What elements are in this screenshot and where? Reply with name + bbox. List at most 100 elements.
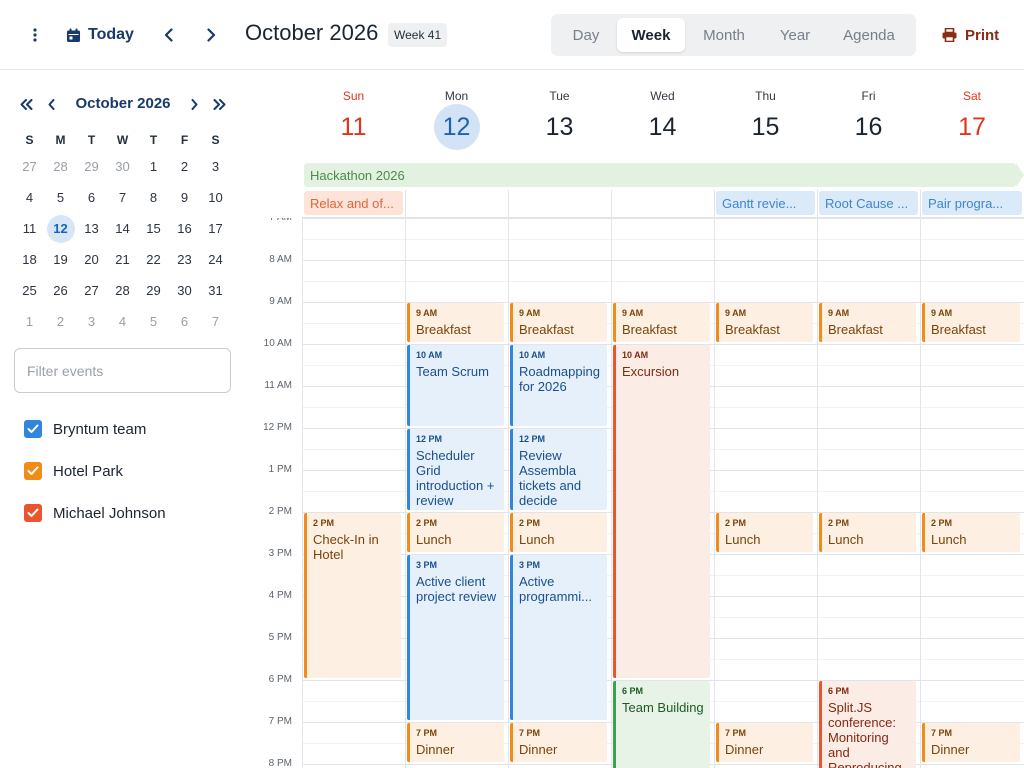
datepicker-day[interactable]: 13 xyxy=(76,213,107,244)
calendar-event[interactable]: 10 AM Roadmapping for 2026 xyxy=(510,345,607,426)
calendar-event[interactable]: 3 PM Active client project review xyxy=(407,555,504,720)
calendar-event[interactable]: 7 PM Dinner xyxy=(407,723,504,762)
view-month-button[interactable]: Month xyxy=(685,18,763,52)
datepicker-day[interactable]: 22 xyxy=(138,244,169,275)
datepicker-day[interactable]: 16 xyxy=(169,213,200,244)
calendar-event[interactable]: 6 PM Split.JS conference: Monitoring and … xyxy=(819,681,916,768)
datepicker-day[interactable]: 27 xyxy=(14,151,45,182)
calendar-event[interactable]: 2 PM Lunch xyxy=(407,513,504,552)
datepicker-day[interactable]: 19 xyxy=(45,244,76,275)
calendar-event[interactable]: 7 PM Dinner xyxy=(922,723,1020,762)
datepicker-day[interactable]: 15 xyxy=(138,213,169,244)
day-header-mon[interactable]: Mon 12 xyxy=(405,71,508,163)
datepicker-day[interactable]: 6 xyxy=(76,182,107,213)
view-week-button[interactable]: Week xyxy=(617,18,685,52)
datepicker-day[interactable]: 4 xyxy=(107,306,138,337)
print-button[interactable]: Print xyxy=(942,20,999,50)
calendar-event[interactable]: 9 AM Breakfast xyxy=(716,303,813,342)
checkbox[interactable] xyxy=(24,420,42,438)
menu-button[interactable] xyxy=(22,20,48,50)
datepicker-day[interactable]: 23 xyxy=(169,244,200,275)
calendar-event[interactable]: 6 PM Team Building xyxy=(613,681,710,768)
day-header-sun[interactable]: Sun 11 xyxy=(302,71,405,163)
calendar-event[interactable]: 2 PM Lunch xyxy=(510,513,607,552)
calendar-event[interactable]: 9 AM Breakfast xyxy=(510,303,607,342)
datepicker-day[interactable]: 30 xyxy=(169,275,200,306)
datepicker-day[interactable]: 9 xyxy=(169,182,200,213)
calendar-event[interactable]: 9 AM Breakfast xyxy=(922,303,1020,342)
datepicker-day[interactable]: 4 xyxy=(14,182,45,213)
datepicker-day[interactable]: 3 xyxy=(200,151,231,182)
datepicker-day[interactable]: 29 xyxy=(138,275,169,306)
day-header-thu[interactable]: Thu 15 xyxy=(714,71,817,163)
all-day-event[interactable]: Relax and of... xyxy=(304,191,403,215)
calendar-event[interactable]: 9 AM Breakfast xyxy=(819,303,916,342)
all-day-event[interactable]: Pair progra... xyxy=(922,191,1022,215)
calendar-event[interactable]: 2 PM Lunch xyxy=(922,513,1020,552)
datepicker-day[interactable]: 14 xyxy=(107,213,138,244)
datepicker-day[interactable]: 8 xyxy=(138,182,169,213)
datepicker-day[interactable]: 17 xyxy=(200,213,231,244)
datepicker-day[interactable]: 20 xyxy=(76,244,107,275)
calendar-event[interactable]: 2 PM Lunch xyxy=(819,513,916,552)
view-day-button[interactable]: Day xyxy=(555,18,617,52)
all-day-event[interactable]: Gantt revie... xyxy=(716,191,815,215)
calendar-event[interactable]: 12 PM Review Assembla tickets and decide xyxy=(510,429,607,510)
all-day-event[interactable]: Root Cause ... xyxy=(819,191,918,215)
previous-month-button[interactable] xyxy=(41,91,61,117)
datepicker-day[interactable]: 24 xyxy=(200,244,231,275)
datepicker-day[interactable]: 21 xyxy=(107,244,138,275)
today-button[interactable]: Today xyxy=(66,18,134,52)
calendar-event[interactable]: 3 PM Active programmi... xyxy=(510,555,607,720)
calendar-event[interactable]: 2 PM Lunch xyxy=(716,513,813,552)
next-month-button[interactable] xyxy=(184,91,204,117)
calendar-event[interactable]: 10 AM Excursion xyxy=(613,345,710,678)
day-header-sat[interactable]: Sat 17 xyxy=(920,71,1024,163)
day-header-tue[interactable]: Tue 13 xyxy=(508,71,611,163)
datepicker-day[interactable]: 10 xyxy=(200,182,231,213)
datepicker-day[interactable]: 30 xyxy=(107,151,138,182)
view-agenda-button[interactable]: Agenda xyxy=(827,18,911,52)
previous-year-button[interactable] xyxy=(16,91,36,117)
calendar-event[interactable]: 2 PM Check-In in Hotel xyxy=(304,513,401,678)
datepicker-day[interactable]: 5 xyxy=(45,182,76,213)
calendar-event[interactable]: 7 PM Dinner xyxy=(510,723,607,762)
calendar-event[interactable]: 10 AM Team Scrum xyxy=(407,345,504,426)
datepicker-day[interactable]: 1 xyxy=(138,151,169,182)
resource-filter-bryntum-team[interactable]: Bryntum team xyxy=(24,418,146,440)
datepicker-day[interactable]: 3 xyxy=(76,306,107,337)
previous-week-button[interactable] xyxy=(154,20,182,50)
datepicker-day[interactable]: 11 xyxy=(14,213,45,244)
resource-filter-michael-johnson[interactable]: Michael Johnson xyxy=(24,502,166,524)
datepicker-day[interactable]: 29 xyxy=(76,151,107,182)
view-year-button[interactable]: Year xyxy=(763,18,827,52)
datepicker-day[interactable]: 1 xyxy=(14,306,45,337)
datepicker-day[interactable]: 6 xyxy=(169,306,200,337)
calendar-event[interactable]: 9 AM Breakfast xyxy=(407,303,504,342)
datepicker-day[interactable]: 2 xyxy=(45,306,76,337)
datepicker-day[interactable]: 27 xyxy=(76,275,107,306)
datepicker-day[interactable]: 2 xyxy=(169,151,200,182)
calendar-event[interactable]: 7 PM Dinner xyxy=(716,723,813,762)
filter-events-input[interactable] xyxy=(14,348,231,393)
all-day-event[interactable]: Hackathon 2026 xyxy=(304,163,1016,187)
datepicker-day[interactable]: 18 xyxy=(14,244,45,275)
resource-filter-hotel-park[interactable]: Hotel Park xyxy=(24,460,123,482)
datepicker-day[interactable]: 28 xyxy=(107,275,138,306)
checkbox[interactable] xyxy=(24,462,42,480)
datepicker-day[interactable]: 7 xyxy=(200,306,231,337)
datepicker-day[interactable]: 5 xyxy=(138,306,169,337)
day-header-fri[interactable]: Fri 16 xyxy=(817,71,920,163)
checkbox[interactable] xyxy=(24,504,42,522)
calendar-event[interactable]: 12 PM Scheduler Grid introduction + revie… xyxy=(407,429,504,510)
next-year-button[interactable] xyxy=(209,91,229,117)
datepicker-day[interactable]: 31 xyxy=(200,275,231,306)
datepicker-day[interactable]: 26 xyxy=(45,275,76,306)
calendar-event[interactable]: 9 AM Breakfast xyxy=(613,303,710,342)
day-header-wed[interactable]: Wed 14 xyxy=(611,71,714,163)
datepicker-day[interactable]: 28 xyxy=(45,151,76,182)
datepicker-day-selected[interactable]: 12 xyxy=(45,213,76,244)
next-week-button[interactable] xyxy=(197,20,225,50)
datepicker-day[interactable]: 25 xyxy=(14,275,45,306)
datepicker-day[interactable]: 7 xyxy=(107,182,138,213)
